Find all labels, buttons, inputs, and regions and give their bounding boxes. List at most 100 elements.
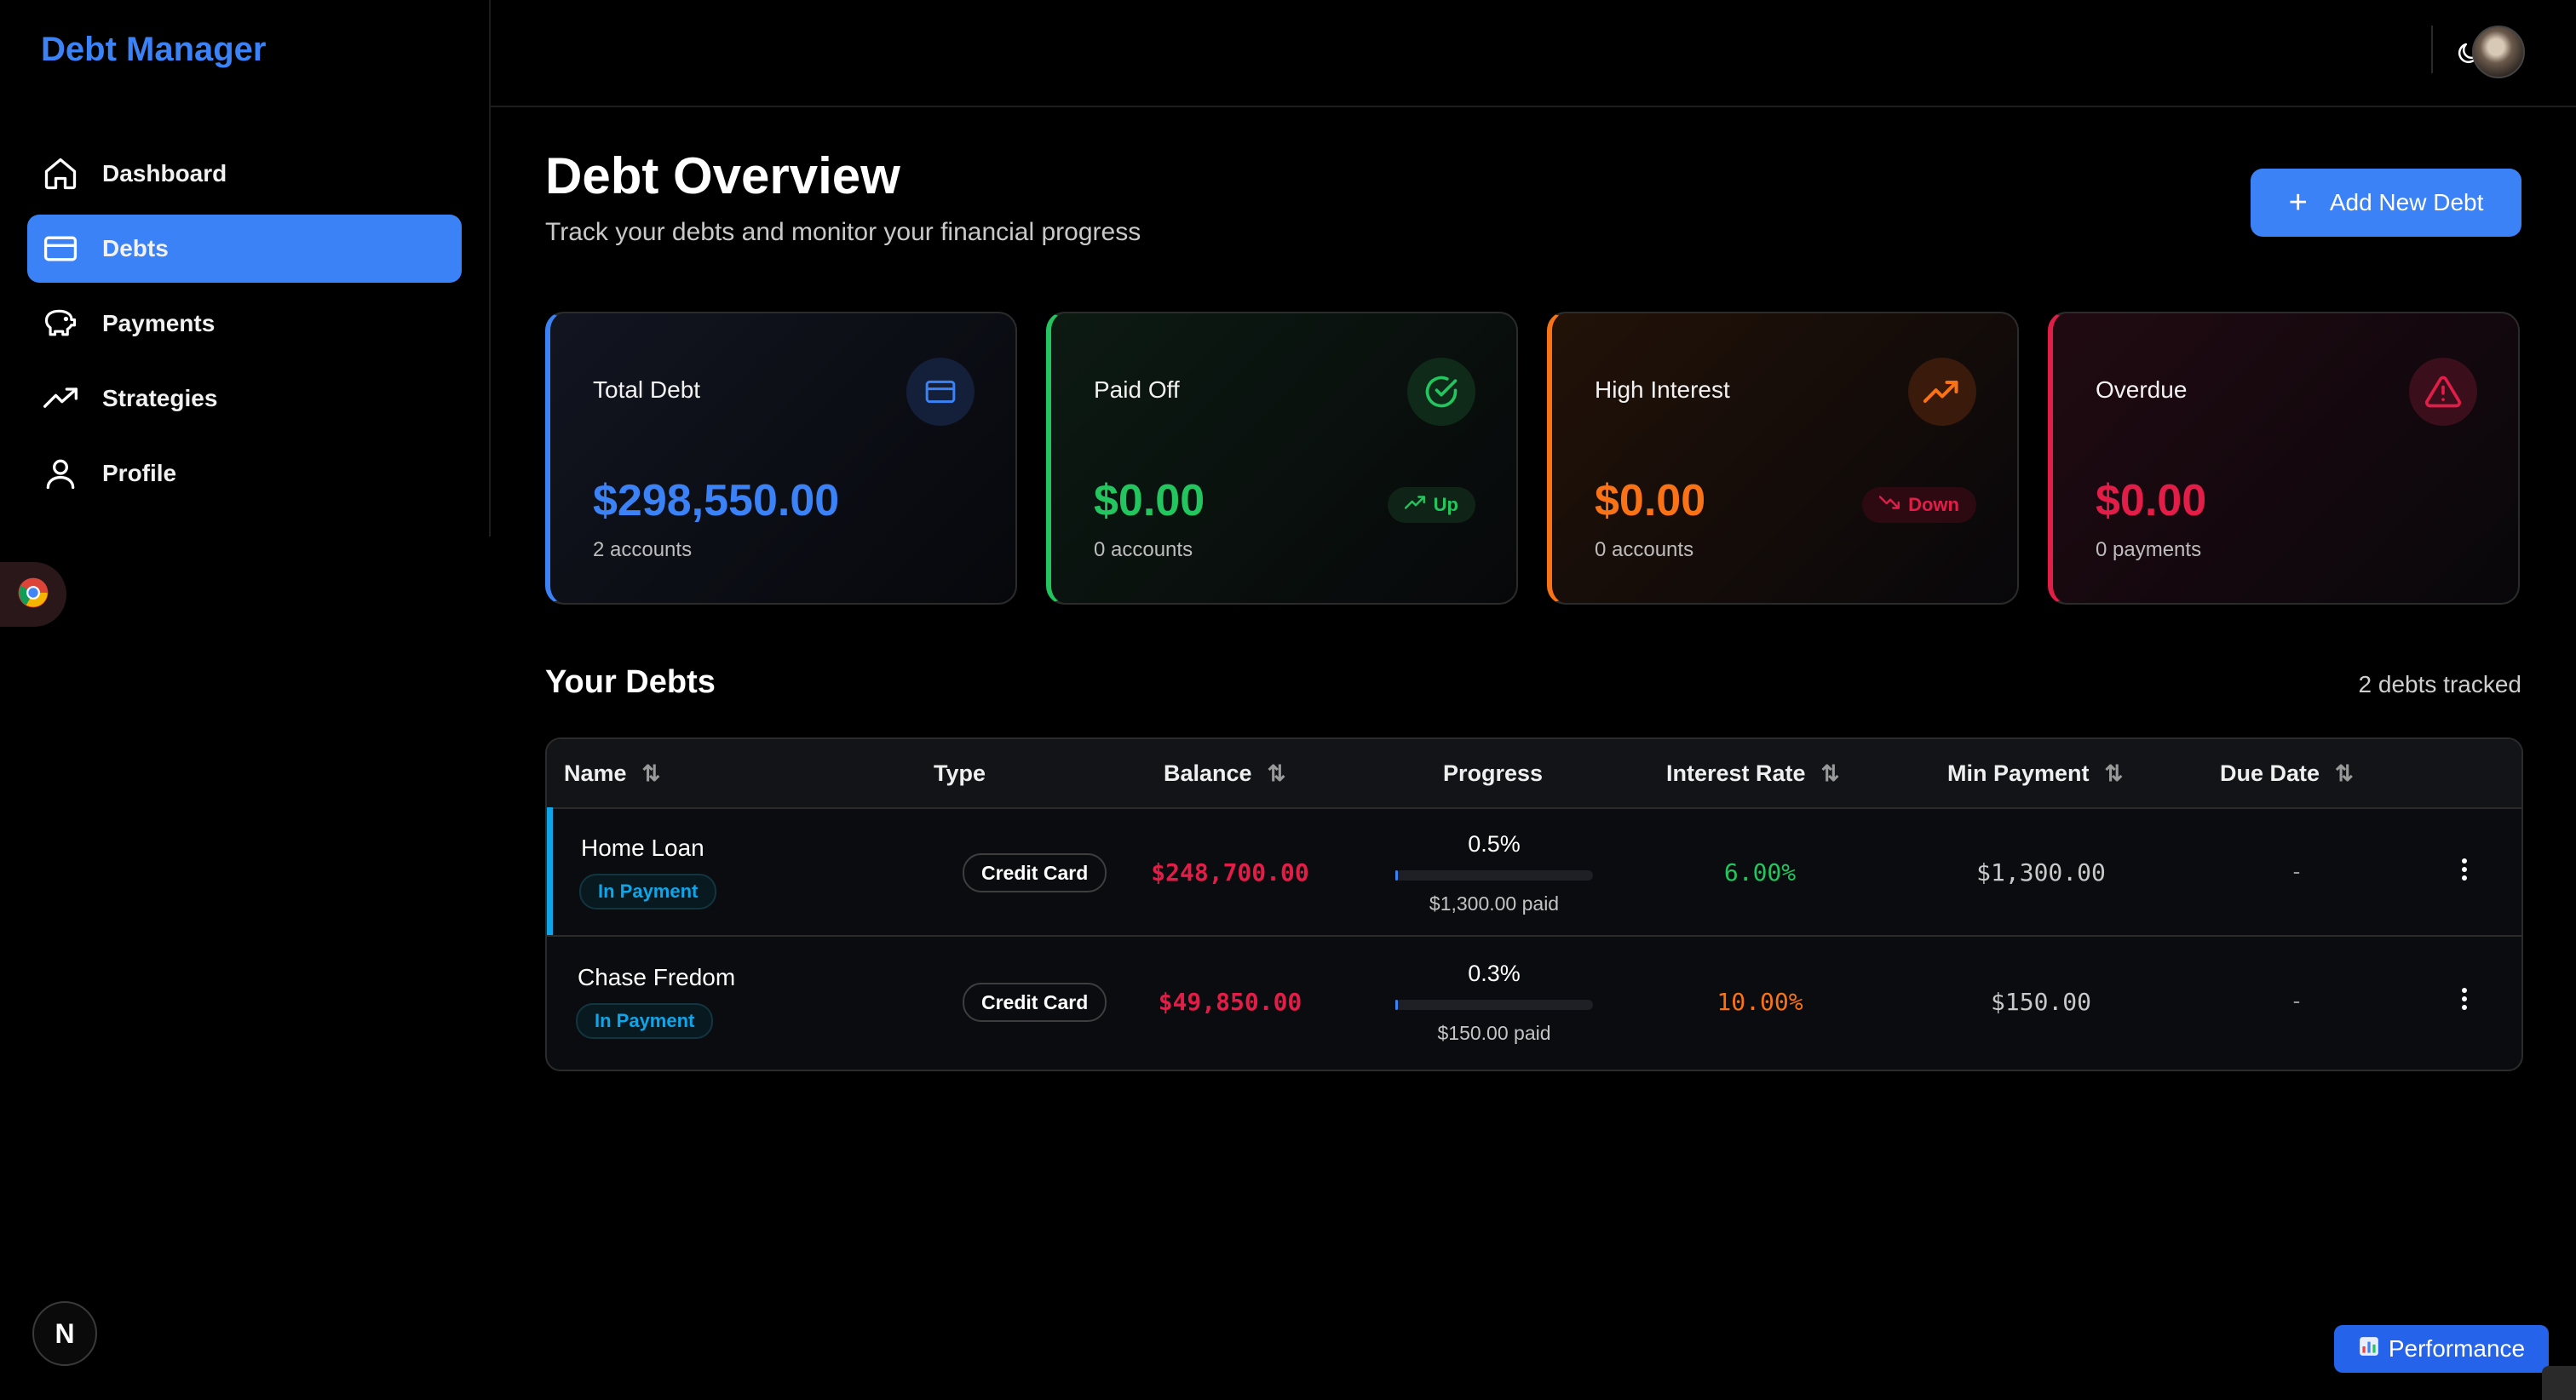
progress-bar <box>1395 870 1593 881</box>
stat-card-high-interest: High Interest $0.00 Down 0 accounts <box>1547 312 2019 605</box>
user-icon <box>41 454 80 493</box>
stat-title: Paid Off <box>1094 376 1180 403</box>
header-divider <box>2431 26 2433 73</box>
column-header-min-payment[interactable]: Min Payment ⇅ <box>1947 739 2123 807</box>
column-header-type: Type <box>934 760 986 786</box>
sidebar-item-profile[interactable]: Profile <box>27 439 462 508</box>
check-circle-icon <box>1407 358 1475 426</box>
credit-card-icon <box>41 229 80 268</box>
stat-value: $0.00 <box>1595 476 1706 525</box>
progress-bar <box>1395 1000 1593 1010</box>
home-icon <box>41 154 80 193</box>
stat-value: $0.00 <box>2096 476 2207 525</box>
column-header-due-date[interactable]: Due Date ⇅ <box>2220 739 2354 807</box>
performance-label: Performance <box>2388 1335 2526 1362</box>
balance-value: $49,850.00 <box>1158 988 1302 1016</box>
stat-card-total-debt: Total Debt $298,550.00 2 accounts <box>545 312 1017 605</box>
sidebar-item-label: Dashboard <box>102 160 227 186</box>
sidebar-item-label: Payments <box>102 310 216 336</box>
stat-title: Overdue <box>2096 376 2188 403</box>
next-dev-badge[interactable]: N <box>32 1301 97 1366</box>
status-badge: In Payment <box>579 874 717 909</box>
page-subtitle: Track your debts and monitor your financ… <box>545 218 1141 246</box>
sidebar-item-dashboard[interactable]: Dashboard <box>27 140 462 208</box>
performance-button[interactable]: Performance <box>2334 1325 2549 1373</box>
sidebar-item-strategies[interactable]: Strategies <box>27 364 462 433</box>
due-date: - <box>2292 988 2301 1013</box>
sidebar-item-debts[interactable]: Debts <box>27 215 462 283</box>
column-header-balance[interactable]: Balance ⇅ <box>1164 739 1285 807</box>
column-header-name[interactable]: Name ⇅ <box>564 739 660 807</box>
sort-icon: ⇅ <box>2104 760 2124 786</box>
add-new-debt-label: Add New Debt <box>2329 189 2484 215</box>
trending-up-icon <box>1404 494 1427 516</box>
page-title: Debt Overview <box>545 147 900 204</box>
chrome-extension-button[interactable] <box>0 562 66 627</box>
column-header-progress: Progress <box>1443 760 1544 786</box>
debt-name: Home Loan <box>581 835 704 861</box>
column-header-interest-rate[interactable]: Interest Rate ⇅ <box>1666 739 1839 807</box>
row-active-marker <box>547 807 553 935</box>
stat-subtext: 0 accounts <box>1094 538 1193 561</box>
min-payment: $150.00 <box>1990 988 2092 1016</box>
stat-value: $298,550.00 <box>593 476 840 525</box>
sidebar-item-label: Debts <box>102 235 169 261</box>
table-row[interactable]: Home Loan In Payment Credit Card $248,70… <box>547 807 2521 937</box>
trend-badge-up: Up <box>1387 487 1475 523</box>
balance-value: $248,700.00 <box>1151 858 1309 886</box>
app-title[interactable]: Debt Manager <box>41 31 267 69</box>
trending-up-icon <box>41 379 80 418</box>
sort-icon: ⇅ <box>1267 760 1286 786</box>
avatar[interactable] <box>2472 26 2525 78</box>
min-payment: $1,300.00 <box>1976 858 2106 886</box>
chrome-icon <box>17 577 49 613</box>
stat-title: High Interest <box>1595 376 1730 403</box>
interest-rate: 10.00% <box>1716 988 1803 1016</box>
debt-name: Chase Fredom <box>578 964 736 990</box>
sidebar: Debt Manager Dashboard Debts Payments St… <box>0 0 491 536</box>
type-badge: Credit Card <box>963 983 1107 1022</box>
plus-icon: + <box>2288 185 2308 221</box>
stat-subtext: 0 payments <box>2096 538 2202 561</box>
row-actions-button[interactable] <box>2452 987 2477 1015</box>
stat-subtext: 2 accounts <box>593 538 693 561</box>
status-badge: In Payment <box>576 1003 714 1039</box>
trend-badge-down: Down <box>1862 487 1976 523</box>
paid-amount: $1,300.00 paid <box>1429 892 1560 915</box>
trend-label: Up <box>1433 494 1458 515</box>
trending-down-icon <box>1879 494 1901 516</box>
sidebar-item-label: Strategies <box>102 385 218 411</box>
alert-triangle-icon <box>2409 358 2477 426</box>
stat-value: $0.00 <box>1094 476 1205 525</box>
progress-percent: 0.3% <box>1468 961 1521 986</box>
stat-card-overdue: Overdue $0.00 0 payments <box>2048 312 2520 605</box>
stat-title: Total Debt <box>593 376 701 403</box>
row-actions-button[interactable] <box>2452 858 2477 884</box>
more-vertical-icon <box>2461 987 2468 1015</box>
table-row[interactable]: Chase Fredom In Payment Credit Card $49,… <box>547 937 2521 1066</box>
add-new-debt-button[interactable]: + Add New Debt <box>2251 169 2521 237</box>
table-header: Name ⇅ Type Balance ⇅ Progress Interest Ra… <box>547 739 2521 809</box>
stat-card-paid-off: Paid Off $0.00 Up 0 accounts <box>1046 312 1518 605</box>
type-badge: Credit Card <box>963 853 1107 892</box>
stat-subtext: 0 accounts <box>1595 538 1694 561</box>
top-bar <box>491 0 2576 107</box>
sort-icon: ⇅ <box>1820 760 1840 786</box>
credit-card-icon <box>906 358 975 426</box>
sort-icon: ⇅ <box>641 760 661 786</box>
progress-bar-fill <box>1395 870 1398 881</box>
sort-icon: ⇅ <box>2335 760 2354 786</box>
sidebar-item-label: Profile <box>102 460 177 486</box>
sidebar-item-payments[interactable]: Payments <box>27 290 462 358</box>
section-title: Your Debts <box>545 664 716 700</box>
paid-amount: $150.00 paid <box>1437 1022 1551 1044</box>
debts-count: 2 debts tracked <box>2358 671 2521 697</box>
resize-corner <box>2542 1366 2576 1400</box>
trend-label: Down <box>1908 494 1959 515</box>
due-date: - <box>2292 858 2301 884</box>
more-vertical-icon <box>2461 858 2468 886</box>
piggy-bank-icon <box>41 304 80 343</box>
progress-percent: 0.5% <box>1468 831 1521 857</box>
debts-table: Name ⇅ Type Balance ⇅ Progress Interest Ra… <box>545 737 2523 1071</box>
progress-bar-fill <box>1395 1000 1398 1010</box>
